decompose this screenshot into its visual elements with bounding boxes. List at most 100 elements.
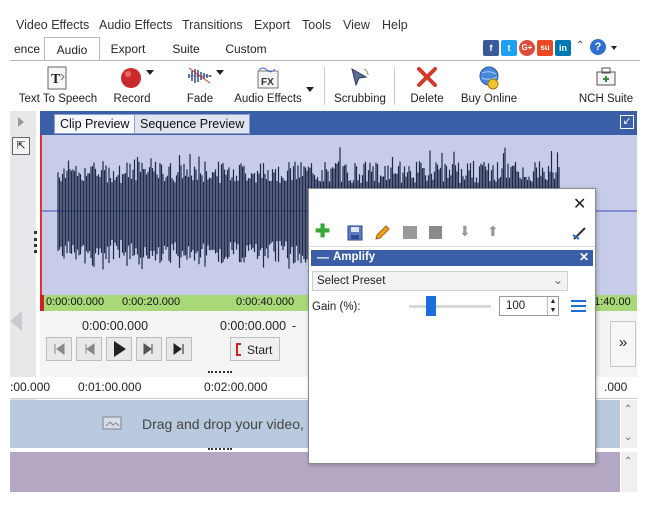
- timeline-label: 0:00:40.000: [236, 296, 295, 308]
- tab-sequence-preview[interactable]: Sequence Preview: [134, 114, 251, 134]
- tab-suite[interactable]: Suite: [160, 37, 212, 61]
- collapse-left-icon[interactable]: [10, 311, 22, 331]
- menu-view[interactable]: View: [343, 18, 370, 32]
- audio-effects-button[interactable]: FX Audio Effects: [232, 61, 304, 111]
- edit-icon[interactable]: [373, 224, 391, 242]
- step-back-button[interactable]: [76, 337, 102, 361]
- collapse-effect-icon[interactable]: —: [317, 250, 329, 264]
- menu-video-effects[interactable]: Video Effects: [16, 18, 89, 32]
- add-effect-icon[interactable]: ✚: [315, 222, 330, 240]
- delete-button[interactable]: Delete: [404, 61, 450, 111]
- preset-icon[interactable]: [403, 226, 417, 239]
- menu-export[interactable]: Export: [254, 18, 290, 32]
- current-time: 0:00:00.000: [82, 319, 149, 333]
- film-icon: [102, 416, 122, 430]
- record-button[interactable]: Record: [108, 61, 156, 111]
- undock-icon[interactable]: ⇱: [12, 137, 30, 155]
- menu-transitions[interactable]: Transitions: [182, 18, 243, 32]
- step-forward-button[interactable]: [136, 337, 162, 361]
- record-dropdown-icon[interactable]: [146, 70, 154, 75]
- linkedin-icon[interactable]: in: [555, 40, 571, 56]
- expand-arrow-icon[interactable]: [18, 117, 24, 127]
- menu-tools[interactable]: Tools: [302, 18, 331, 32]
- track-scrollbar[interactable]: ⌃ ⌄: [621, 400, 637, 448]
- timeline-label: 0:00:20.000: [122, 296, 181, 308]
- fade-button[interactable]: Fade: [178, 61, 224, 111]
- record-icon: [121, 68, 141, 88]
- options-menu-icon[interactable]: [571, 300, 586, 312]
- audio-effects-icon: FX: [257, 67, 279, 89]
- tab-custom[interactable]: Custom: [215, 37, 277, 61]
- dialog-divider: [309, 246, 595, 247]
- scroll-up-icon[interactable]: ⌃: [624, 404, 632, 415]
- scroll-down-icon[interactable]: ⌄: [624, 432, 632, 443]
- stumbleupon-icon[interactable]: su: [537, 40, 553, 56]
- fade-dropdown-icon[interactable]: [216, 70, 224, 75]
- menu-help[interactable]: Help: [382, 18, 408, 32]
- google-plus-icon[interactable]: G+: [519, 40, 535, 56]
- close-dialog-icon[interactable]: ✕: [573, 194, 586, 214]
- twitter-icon[interactable]: t: [501, 40, 517, 56]
- menu-audio-effects[interactable]: Audio Effects: [99, 18, 172, 32]
- scroll-up-icon[interactable]: ⌃: [624, 456, 632, 467]
- scrubbing-button[interactable]: Scrubbing: [330, 61, 390, 111]
- help-icon[interactable]: ?: [590, 39, 606, 55]
- move-down-icon[interactable]: ⬇: [459, 223, 471, 240]
- play-button[interactable]: [106, 337, 132, 361]
- effects-dialog: ✕ ✚ ⬇ ⬆ — Amplify ✕ Select Preset ⌄ Gain…: [308, 188, 596, 464]
- gain-spinner[interactable]: ▲ ▼: [547, 297, 558, 315]
- popout-icon[interactable]: ↙: [620, 115, 634, 129]
- remove-effect-icon[interactable]: ✕: [579, 250, 589, 264]
- buy-online-button[interactable]: Buy Online: [458, 61, 520, 111]
- audio-effects-dropdown-icon[interactable]: [306, 87, 314, 92]
- move-up-icon[interactable]: ⬆: [487, 223, 499, 240]
- skip-start-icon: [54, 343, 65, 355]
- delete-icon: [417, 67, 437, 87]
- ruler-label: 0:01:00.000: [78, 380, 142, 394]
- ruler-label: 0:02:00.000: [204, 380, 268, 394]
- gain-input[interactable]: 100 ▲ ▼: [499, 296, 559, 316]
- svg-text:T: T: [51, 72, 61, 87]
- more-controls-button[interactable]: »: [610, 321, 636, 367]
- toolbar-separator: [394, 67, 395, 105]
- tab-export[interactable]: Export: [100, 37, 156, 61]
- nch-suite-button[interactable]: NCH Suite: [576, 61, 636, 111]
- svg-text:FX: FX: [261, 77, 274, 88]
- audio-scrollbar[interactable]: ⌃: [621, 452, 637, 492]
- text-to-speech-button[interactable]: T Text To Speech: [16, 61, 100, 111]
- start-button[interactable]: Start: [230, 337, 280, 361]
- effect-title: Amplify: [333, 251, 376, 263]
- text-to-speech-icon: T: [47, 66, 67, 90]
- start-marker-icon: [236, 343, 241, 356]
- gain-row: Gain (%): 100 ▲ ▼: [309, 294, 595, 318]
- left-panel-strip: ⇱: [10, 111, 36, 401]
- tab-audio[interactable]: Audio: [44, 37, 100, 61]
- chevron-down-icon: ⌄: [553, 273, 564, 287]
- go-to-start-button[interactable]: [46, 337, 72, 361]
- effects-toolbar: ✚ ⬇ ⬆: [309, 219, 595, 245]
- splitter-grip[interactable]: [208, 371, 232, 375]
- gain-slider-track[interactable]: [409, 305, 491, 308]
- facebook-icon[interactable]: f: [483, 40, 499, 56]
- reset-icon[interactable]: [571, 225, 589, 241]
- preset-select[interactable]: Select Preset ⌄: [312, 271, 568, 291]
- effect-header[interactable]: — Amplify ✕: [311, 250, 593, 266]
- timeline-label: 0:00:00.000: [46, 296, 105, 308]
- ribbon-tabs: ence Audio Export Suite Custom f t G+ su…: [10, 37, 640, 61]
- preview-tab-bar: Clip Preview Sequence Preview ↙: [40, 111, 637, 135]
- scrubbing-icon: [351, 67, 369, 87]
- tab-sequence[interactable]: ence: [10, 37, 44, 61]
- buy-online-icon: [479, 66, 499, 90]
- help-dropdown-icon[interactable]: [611, 46, 617, 50]
- tab-clip-preview[interactable]: Clip Preview: [54, 114, 136, 134]
- ribbon-toolbar: T Text To Speech Record Fade FX Audio Ef…: [10, 61, 640, 111]
- resize-grip[interactable]: [34, 231, 38, 253]
- track-drop-hint: Drag and drop your video,: [142, 416, 304, 432]
- collapse-ribbon-icon[interactable]: ⌃: [576, 40, 584, 51]
- copy-icon[interactable]: [429, 226, 442, 239]
- go-to-end-button[interactable]: [166, 337, 192, 361]
- gain-slider-thumb[interactable]: [426, 296, 437, 316]
- save-icon[interactable]: [347, 225, 363, 241]
- menu-bar: Video Effects Audio Effects Transitions …: [10, 14, 661, 36]
- in-marker[interactable]: [40, 295, 44, 311]
